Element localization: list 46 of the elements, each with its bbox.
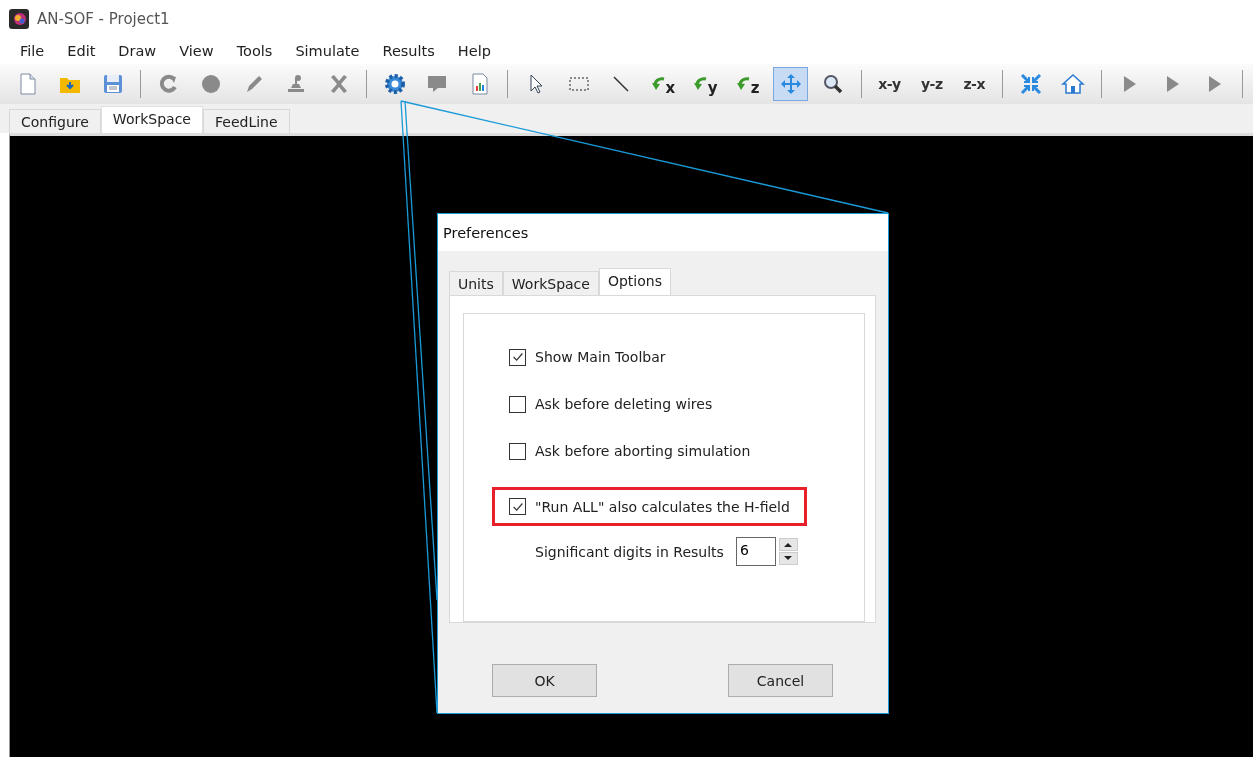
menu-item[interactable]: File	[20, 41, 45, 61]
spin-down-button[interactable]	[778, 552, 798, 565]
tab[interactable]: Configure	[9, 109, 101, 133]
tab[interactable]: Units	[449, 271, 503, 295]
menu-item[interactable]: Help	[457, 41, 491, 61]
curved-arrow-icon	[651, 76, 666, 92]
app-logo-icon	[9, 9, 29, 29]
tab[interactable]: WorkSpace	[502, 271, 599, 295]
menu-item[interactable]: Draw	[118, 41, 157, 61]
settings-icon	[382, 72, 407, 96]
checkbox-label: Ask before aborting simulation	[535, 443, 751, 459]
menu-item[interactable]: View	[179, 41, 214, 61]
checkbox[interactable]	[509, 348, 526, 366]
tab[interactable]: FeedLine	[203, 109, 290, 133]
down-arrow-icon	[784, 556, 793, 561]
checkbox-label: Ask before deleting wires	[535, 396, 713, 412]
number-field[interactable]: 6	[735, 537, 776, 566]
menu-item[interactable]: Results	[382, 41, 435, 61]
menu-item[interactable]: Tools	[236, 41, 273, 61]
curved-arrow-icon	[736, 76, 751, 92]
checkbox[interactable]	[509, 442, 526, 460]
home-icon	[1060, 72, 1085, 96]
field-label: Significant digits in Results	[535, 543, 724, 560]
rotate-button[interactable]: x	[645, 67, 682, 101]
spin-up-button[interactable]	[778, 538, 798, 551]
view-button[interactable]: y-z	[914, 67, 950, 101]
checkbox-label: Show Main Toolbar	[535, 349, 666, 365]
curved-arrow-icon	[693, 76, 708, 92]
tab[interactable]: WorkSpace	[100, 106, 203, 133]
tab[interactable]: Options	[598, 268, 671, 295]
checkbox-label: "Run ALL" also calculates the H-field	[535, 498, 790, 515]
shrink-arrows-icon	[1018, 72, 1043, 96]
rotate-button[interactable]: y	[688, 67, 724, 101]
menu-item[interactable]: Edit	[67, 41, 96, 61]
rotate-button[interactable]: z	[730, 67, 766, 101]
view-button[interactable]: z-x	[956, 67, 992, 101]
checkbox[interactable]	[509, 498, 526, 515]
window-title: AN-SOF - Project1	[37, 10, 170, 28]
dialog-title: Preferences	[438, 214, 888, 251]
dialog-button[interactable]: Cancel	[728, 664, 833, 697]
checkbox[interactable]	[509, 395, 526, 413]
checkmark-icon	[510, 350, 525, 364]
dialog-button[interactable]: OK	[492, 664, 597, 697]
view-button[interactable]: x-y	[871, 67, 908, 101]
menu-item[interactable]: Simulate	[295, 41, 360, 61]
up-arrow-icon	[784, 542, 793, 547]
